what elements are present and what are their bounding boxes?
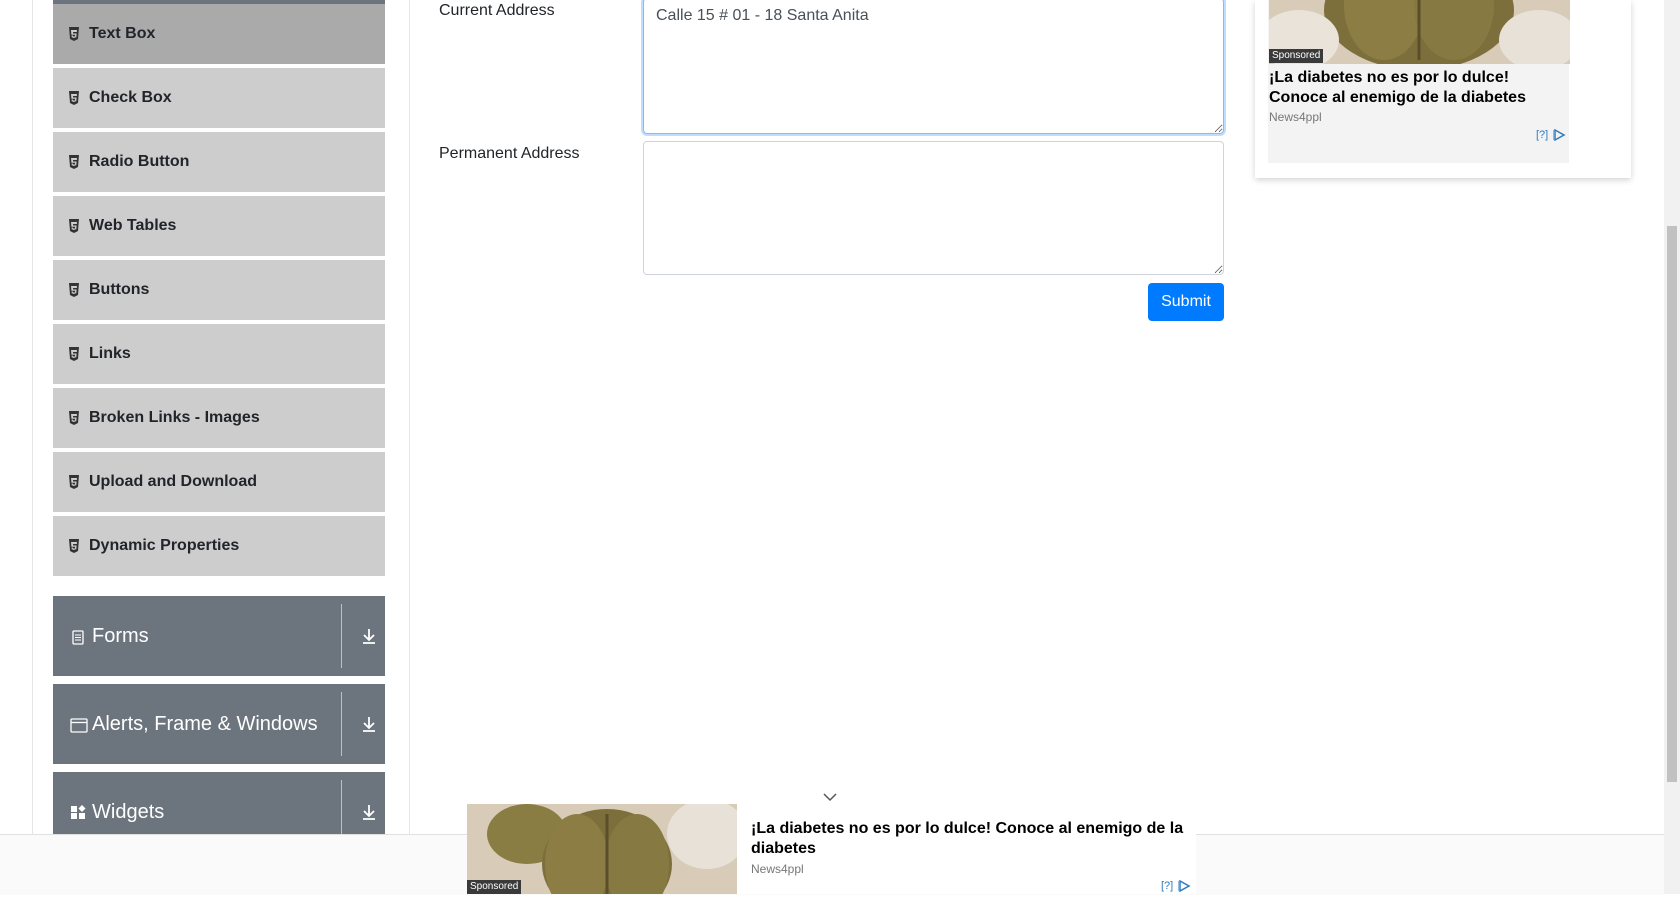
- scrollbar-thumb[interactable]: [1667, 226, 1677, 782]
- sidebar-item-label: Links: [89, 345, 131, 362]
- html5-icon: [68, 27, 80, 41]
- html5-icon: [68, 539, 80, 553]
- sidebar-item-dynamic-properties[interactable]: Dynamic Properties: [53, 516, 385, 578]
- html5-icon: [68, 219, 80, 233]
- ad-right-source[interactable]: News4ppl: [1269, 110, 1322, 124]
- sidebar-item-label: Web Tables: [89, 217, 177, 234]
- adchoices-icon[interactable]: [1177, 879, 1192, 893]
- adchoices-icon[interactable]: [1552, 128, 1567, 142]
- sidebar-item-label: Check Box: [89, 89, 172, 106]
- group-forms-label: Forms: [92, 625, 149, 647]
- sidebar-item-label: Broken Links - Images: [89, 409, 260, 426]
- ad-right-adchoice[interactable]: [?]: [1536, 129, 1548, 141]
- group-alerts-frame-windows[interactable]: Alerts, Frame & Windows: [53, 684, 385, 764]
- sidebar-item-web-tables[interactable]: Web Tables: [53, 196, 385, 258]
- html5-icon: [68, 411, 80, 425]
- sidebar-item-label: Radio Button: [89, 153, 190, 170]
- document-icon: [70, 629, 86, 645]
- group-forms[interactable]: Forms: [53, 596, 385, 676]
- sidebar-item-broken-links[interactable]: Broken Links - Images: [53, 388, 385, 450]
- ad-right-title[interactable]: ¡La diabetes no es por lo dulce! Conoce …: [1269, 68, 1559, 108]
- group-separator: [341, 604, 342, 668]
- html5-icon: [68, 347, 80, 361]
- sidebar-item-links[interactable]: Links: [53, 324, 385, 386]
- html5-icon: [68, 155, 80, 169]
- download-arrow-icon[interactable]: [360, 802, 378, 822]
- chevron-down-icon[interactable]: [822, 789, 838, 802]
- html5-icon: [68, 475, 80, 489]
- ad-right-sponsored-badge: Sponsored: [1269, 49, 1324, 63]
- submit-button[interactable]: Submit: [1148, 283, 1224, 321]
- sidebar-item-radio-button[interactable]: Radio Button: [53, 132, 385, 194]
- sidebar-item-text-box[interactable]: Text Box: [53, 4, 385, 66]
- ad-bottom-sponsored-badge: Sponsored: [467, 880, 522, 894]
- ad-bottom-source[interactable]: News4ppl: [751, 862, 804, 876]
- sidebar-item-check-box[interactable]: Check Box: [53, 68, 385, 130]
- download-arrow-icon[interactable]: [360, 714, 378, 734]
- sidebar-item-label: Dynamic Properties: [89, 537, 240, 554]
- ad-bottom-adchoice[interactable]: [?]: [1161, 880, 1173, 892]
- current-address-textarea[interactable]: Calle 15 # 01 - 18 Santa Anita: [643, 0, 1224, 134]
- html5-icon: [68, 91, 80, 105]
- permanent-address-label: Permanent Address: [439, 145, 580, 162]
- download-arrow-icon[interactable]: [360, 626, 378, 646]
- window-icon: [70, 717, 88, 733]
- group-alerts-label: Alerts, Frame & Windows: [92, 713, 318, 735]
- group-separator: [341, 692, 342, 756]
- sidebar-item-label: Upload and Download: [89, 473, 257, 490]
- widgets-icon: [70, 804, 86, 821]
- current-address-label: Current Address: [439, 2, 555, 19]
- ad-bottom-title[interactable]: ¡La diabetes no es por lo dulce! Conoce …: [751, 819, 1191, 859]
- sidebar-item-buttons[interactable]: Buttons: [53, 260, 385, 322]
- permanent-address-textarea[interactable]: [643, 141, 1224, 275]
- sidebar-item-label: Text Box: [89, 25, 156, 42]
- sidebar-item-upload-download[interactable]: Upload and Download: [53, 452, 385, 514]
- sidebar-item-label: Buttons: [89, 281, 150, 298]
- html5-icon: [68, 283, 80, 297]
